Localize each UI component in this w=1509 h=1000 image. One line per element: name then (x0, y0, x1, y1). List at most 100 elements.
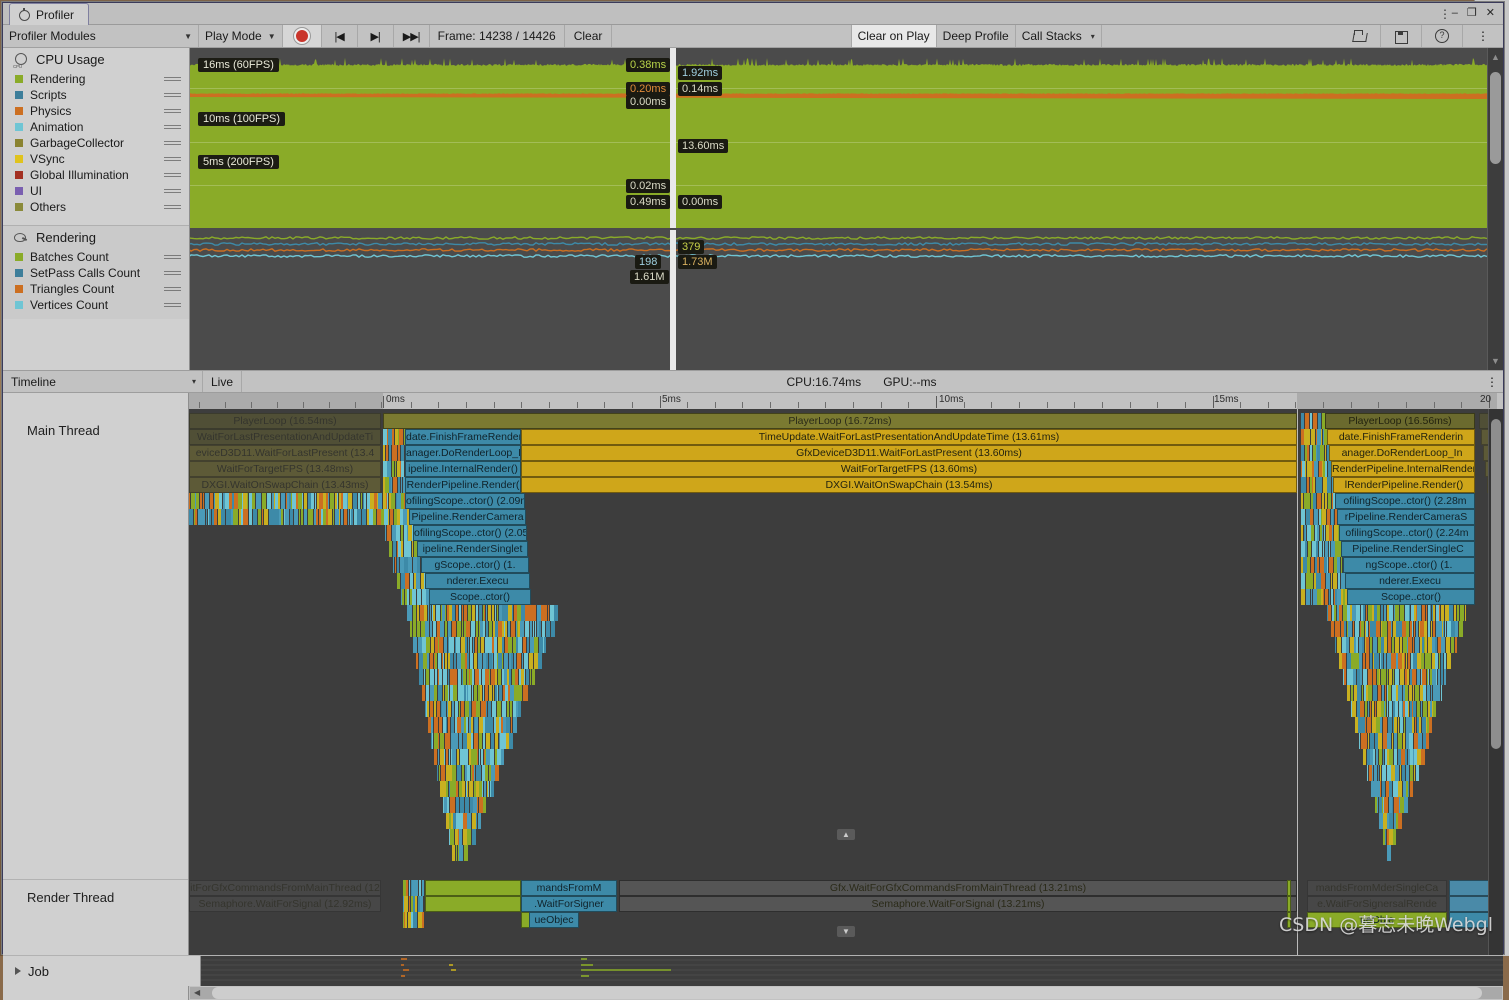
timeline-sample-bar[interactable] (425, 621, 429, 637)
timeline-sample-bar[interactable] (439, 717, 442, 733)
timeline-sample-bar[interactable] (1428, 669, 1429, 685)
timeline-sample-bar[interactable] (469, 781, 473, 797)
timeline-sample-bar[interactable] (462, 781, 465, 797)
module-header-rendering[interactable]: Rendering (3, 226, 189, 249)
timeline-sample-bar[interactable] (1417, 701, 1420, 717)
timeline-sample-bar[interactable] (1380, 717, 1382, 733)
timeline-sample-bar[interactable] (209, 509, 211, 525)
timeline-sample-bar[interactable] (453, 797, 455, 813)
timeline-sample-bar[interactable] (1337, 637, 1341, 653)
timeline-sample-bar[interactable] (1331, 573, 1332, 589)
main-next-bar-7[interactable]: ofilingScope..ctor() (2.24m (1339, 525, 1475, 541)
timeline-sample-bar[interactable] (424, 669, 425, 685)
timeline-sample-bar[interactable] (472, 685, 473, 701)
cpu-usage-chart[interactable]: 16ms (60FPS) 10ms (100FPS) 5ms (200FPS) … (190, 48, 1490, 228)
timeline-sample-bar[interactable] (1365, 701, 1367, 717)
timeline-sample-bar[interactable] (395, 557, 396, 573)
timeline-sample-bar[interactable] (526, 669, 529, 685)
main-deep-bar-6[interactable]: Scope..ctor() (429, 589, 531, 605)
timeline-sample-bar[interactable] (385, 525, 386, 541)
timeline-sample-bar[interactable] (416, 573, 420, 589)
timeline-sample-bar[interactable] (1414, 765, 1415, 781)
timeline-sample-bar[interactable] (387, 461, 391, 477)
timeline-sample-bar[interactable] (424, 605, 427, 621)
timeline-sample-bar[interactable] (1403, 733, 1405, 749)
timeline-sample-bar[interactable] (451, 717, 454, 733)
timeline-sample-bar[interactable] (422, 912, 424, 928)
timeline-sample-bar[interactable] (1416, 765, 1419, 781)
timeline-sample-bar[interactable] (247, 509, 248, 525)
timeline-sample-bar[interactable] (1301, 493, 1303, 509)
timeline-sample-bar[interactable] (483, 621, 485, 637)
timeline-sample-bar[interactable] (508, 621, 510, 637)
timeline-sample-bar[interactable] (505, 653, 508, 669)
timeline-sample-bar[interactable] (1307, 557, 1310, 573)
timeline-sample-bar[interactable] (464, 605, 467, 621)
timeline-sample-bar[interactable] (1426, 605, 1427, 621)
timeline-sample-bar[interactable] (189, 493, 190, 509)
timeline-sample-bar[interactable] (1362, 637, 1364, 653)
counter-row-physics[interactable]: Physics (3, 103, 189, 119)
timeline-sample-bar[interactable] (1368, 669, 1372, 685)
timeline-sample-bar[interactable] (1301, 413, 1304, 429)
timeline-sample-bar[interactable] (534, 637, 538, 653)
timeline-sample-bar[interactable] (1327, 557, 1328, 573)
timeline-sample-bar[interactable] (1322, 525, 1323, 541)
timeline-sample-bar[interactable] (467, 813, 471, 829)
timeline-sample-bar[interactable] (484, 781, 486, 797)
timeline-sample-bar[interactable] (495, 733, 498, 749)
main-next-bar-1[interactable]: date.FinishFrameRenderin (1327, 429, 1475, 445)
timeline-sample-bar[interactable] (1305, 477, 1306, 493)
timeline-sample-bar[interactable] (447, 733, 450, 749)
counter-row-global-illumination[interactable]: Global Illumination (3, 167, 189, 183)
timeline-sample-bar[interactable] (408, 557, 412, 573)
timeline-sample-bar[interactable] (1459, 621, 1463, 637)
timeline-sample-bar[interactable] (515, 669, 518, 685)
timeline-sample-bar[interactable] (1385, 701, 1386, 717)
timeline-sample-bar[interactable] (1353, 621, 1354, 637)
timeline-sample-bar[interactable] (410, 573, 413, 589)
timeline-sample-bar[interactable] (1379, 685, 1381, 701)
timeline-sample-bar[interactable] (281, 509, 283, 525)
counter-row-garbagecollector[interactable]: GarbageCollector (3, 135, 189, 151)
main-prev-bar-1[interactable]: WaitForLastPresentationAndUpdateTi (189, 429, 381, 445)
charts-vertical-scrollbar[interactable]: ▲ ▼ (1487, 48, 1503, 370)
drag-handle-icon[interactable] (164, 285, 181, 294)
timeline-sample-bar[interactable] (397, 573, 400, 589)
timeline-sample-bar[interactable] (417, 605, 419, 621)
timeline-sample-bar[interactable] (390, 509, 393, 525)
timeline-sample-bar[interactable] (515, 653, 516, 669)
timeline-sample-bar[interactable] (478, 637, 480, 653)
timeline-sample-bar[interactable] (451, 653, 453, 669)
timeline-sample-bar[interactable] (1310, 509, 1313, 525)
timeline-sample-bar[interactable] (1389, 781, 1392, 797)
timeline-sample-bar[interactable] (304, 509, 307, 525)
timeline-sample-bar[interactable] (545, 605, 547, 621)
timeline-sample-bar[interactable] (1394, 733, 1397, 749)
timeline-sample-bar[interactable] (1329, 589, 1330, 605)
timeline-sample-bar[interactable] (1308, 429, 1310, 445)
timeline-sample-bar[interactable] (446, 781, 448, 797)
timeline-sample-bar[interactable] (502, 637, 504, 653)
timeline-sample-bar[interactable] (1447, 653, 1451, 669)
timeline-sample-bar[interactable] (1406, 653, 1407, 669)
timeline-sample-bar[interactable] (475, 637, 477, 653)
timeline-sample-bar[interactable] (430, 653, 433, 669)
timeline-sample-bar[interactable] (1460, 605, 1464, 621)
timeline-sample-bar[interactable] (1398, 717, 1399, 733)
timeline-sample-bar[interactable] (262, 493, 266, 509)
timeline-sample-bar[interactable] (1363, 733, 1367, 749)
timeline-sample-bar[interactable] (418, 621, 420, 637)
timeline-sample-bar[interactable] (267, 493, 271, 509)
render-wait-bar-1[interactable]: Semaphore.WaitForSignal (13.21ms) (619, 896, 1297, 912)
main-playerloop-bar[interactable]: PlayerLoop (16.72ms) (383, 413, 1297, 429)
render-prev-bar-1[interactable]: Semaphore.WaitForSignal (12.92ms) (189, 896, 381, 912)
timeline-sample-bar[interactable] (445, 621, 447, 637)
timeline-sample-bar[interactable] (1398, 781, 1402, 797)
timeline-sample-bar[interactable] (1368, 733, 1369, 749)
timeline-sample-bar[interactable] (440, 621, 444, 637)
scrollbar-thumb[interactable] (1490, 72, 1501, 164)
timeline-sample-bar[interactable] (479, 669, 481, 685)
help-button[interactable]: ? (1422, 25, 1463, 47)
timeline-sample-bar[interactable] (518, 685, 522, 701)
